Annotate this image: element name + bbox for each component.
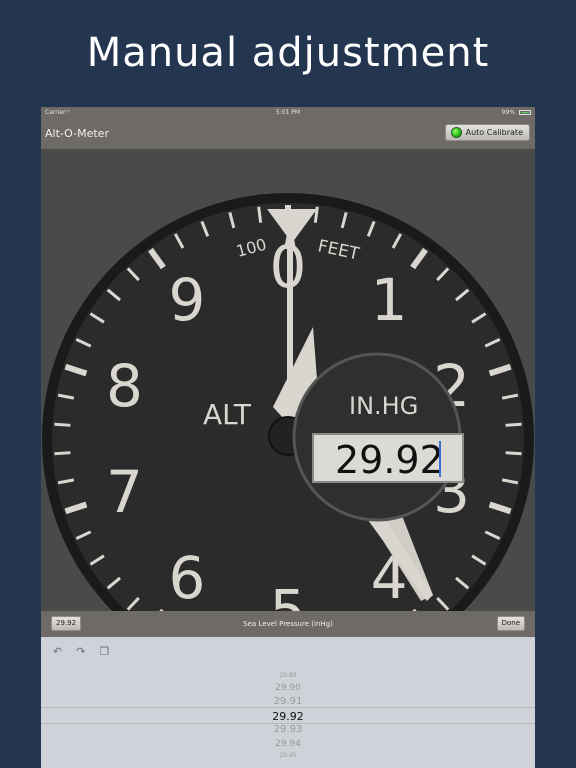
picker-row[interactable]: 29.91 bbox=[41, 696, 535, 707]
picker-row[interactable]: 29.95 bbox=[41, 752, 535, 759]
app-title: Alt-O-Meter bbox=[45, 127, 109, 140]
dial-numeral-8: 8 bbox=[106, 352, 143, 420]
auto-calibrate-button[interactable]: Auto Calibrate bbox=[444, 124, 530, 141]
headline: Manual adjustment bbox=[86, 30, 490, 76]
picker-row[interactable]: 29.93 bbox=[41, 724, 535, 735]
picker-row[interactable]: 29.90 bbox=[41, 683, 535, 693]
dial-numeral-1: 1 bbox=[371, 266, 408, 334]
undo-icon[interactable]: ↶ bbox=[53, 645, 62, 658]
redo-icon[interactable]: ↷ bbox=[76, 645, 85, 658]
picker-row[interactable]: 29.94 bbox=[41, 739, 535, 749]
inhg-label: IN.HG bbox=[349, 392, 418, 420]
dial-numeral-7: 7 bbox=[106, 458, 143, 526]
keyboard-toolbar: ↶ ↷ ❐ bbox=[53, 645, 109, 658]
status-led-icon bbox=[450, 127, 462, 138]
label-alt: ALT bbox=[203, 398, 252, 431]
picker-row-selected[interactable]: 29.92 bbox=[41, 710, 535, 723]
dial-tick bbox=[54, 451, 71, 456]
dial-tick bbox=[505, 451, 522, 456]
picker-selection-top bbox=[41, 707, 535, 708]
hundreds-needle bbox=[287, 231, 293, 381]
dial-tick bbox=[505, 422, 522, 427]
pressure-title: Sea Level Pressure (inHg) bbox=[243, 620, 333, 628]
auto-calibrate-label: Auto Calibrate bbox=[465, 128, 523, 137]
battery-icon bbox=[519, 110, 531, 115]
app-window: Carrier ◠ 5:01 PM 99% Alt-O-Meter Auto C… bbox=[41, 107, 535, 768]
status-time: 5:01 PM bbox=[275, 109, 301, 116]
nav-bar: Alt-O-Meter Auto Calibrate bbox=[41, 119, 535, 149]
dial-numeral-5: 5 bbox=[270, 577, 307, 611]
status-bar: Carrier ◠ 5:01 PM 99% bbox=[41, 107, 535, 119]
dial-tick bbox=[257, 206, 263, 223]
gauge-area: 0123456789 100 FEET ALT IN.HG 29.92 bbox=[41, 149, 535, 611]
picker-row[interactable]: 29.89 bbox=[41, 672, 535, 679]
pressure-toolbar: 29.92 Sea Level Pressure (inHg) Done bbox=[41, 611, 535, 637]
text-cursor bbox=[439, 441, 441, 477]
altimeter-gauge: 0123456789 100 FEET ALT IN.HG 29.92 bbox=[42, 193, 534, 611]
paste-icon[interactable]: ❐ bbox=[99, 645, 109, 658]
dial-numeral-6: 6 bbox=[168, 544, 205, 611]
dial-numeral-9: 9 bbox=[168, 266, 205, 334]
input-keyboard: ↶ ↷ ❐ 29.89 29.90 29.91 29.92 29.93 29.94 29.9… bbox=[41, 637, 535, 768]
pressure-picker[interactable]: 29.89 29.90 29.91 29.92 29.93 29.94 29.95 bbox=[41, 672, 535, 768]
dial-tick bbox=[54, 422, 71, 427]
done-button[interactable]: Done bbox=[496, 616, 525, 631]
inhg-value: 29.92 bbox=[335, 438, 444, 482]
battery-percent: 99% bbox=[501, 109, 515, 116]
